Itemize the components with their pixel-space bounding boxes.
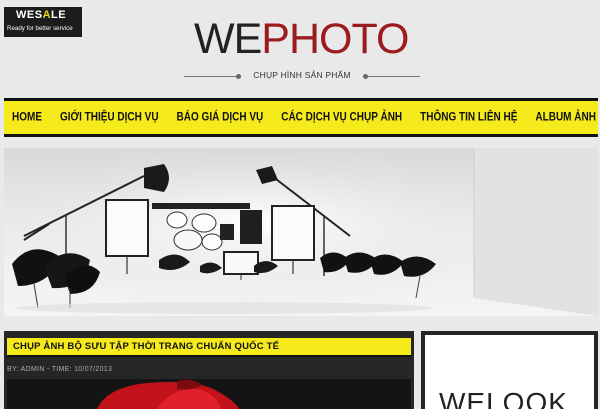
studio-illustration bbox=[4, 148, 598, 316]
tagline-dot-left bbox=[236, 74, 241, 79]
post-thumbnail-art bbox=[7, 379, 411, 409]
post-meta: BY: ADMIN - TIME: 10/07/2013 bbox=[7, 366, 113, 373]
nav-item-pricing[interactable]: BÁO GIÁ DỊCH VỤ bbox=[177, 111, 264, 124]
post-title-bar[interactable]: CHỤP ẢNH BỘ SƯU TẬP THỜI TRANG CHUẨN QUỐ… bbox=[7, 338, 411, 357]
nav-item-services[interactable]: CÁC DỊCH VỤ CHỤP ẢNH bbox=[281, 111, 402, 124]
post-thumbnail[interactable] bbox=[7, 379, 411, 409]
welook-logo: WELOOK bbox=[439, 387, 568, 409]
wesale-tagline: Ready for better service bbox=[7, 25, 73, 32]
nav-item-album[interactable]: ALBUM ẢNH bbox=[535, 111, 596, 124]
site-tagline: CHỤP HÌNH SẢN PHẨM bbox=[253, 70, 351, 80]
site-logo[interactable]: WEPHOTO bbox=[194, 14, 409, 64]
logo-photo: PHOTO bbox=[261, 15, 409, 63]
post-title[interactable]: CHỤP ẢNH BỘ SƯU TẬP THỜI TRANG CHUẨN QUỐ… bbox=[13, 341, 279, 352]
logo-tagline-row: CHỤP HÌNH SẢN PHẨM bbox=[184, 69, 420, 83]
sidebar-ad[interactable]: WELOOK bbox=[425, 335, 594, 409]
post-card: CHỤP ẢNH BỘ SƯU TẬP THỜI TRANG CHUẨN QUỐ… bbox=[4, 331, 414, 409]
nav-item-about[interactable]: GIỚI THIỆU DỊCH VỤ bbox=[60, 111, 159, 124]
main-nav: HOME GIỚI THIỆU DỊCH VỤ BÁO GIÁ DỊCH VỤ … bbox=[4, 98, 598, 137]
wesale-badge[interactable]: WESALE Ready for better service bbox=[4, 7, 82, 37]
wesale-logo: WESALE bbox=[16, 9, 67, 21]
nav-item-contact[interactable]: THÔNG TIN LIÊN HỆ bbox=[420, 111, 517, 124]
logo-we: WE bbox=[194, 15, 262, 63]
tagline-divider-right bbox=[368, 76, 420, 77]
hero-studio-image bbox=[4, 148, 598, 316]
tagline-divider-left bbox=[184, 76, 236, 77]
sidebar: WELOOK bbox=[421, 331, 598, 409]
nav-item-home[interactable]: HOME bbox=[12, 111, 42, 124]
